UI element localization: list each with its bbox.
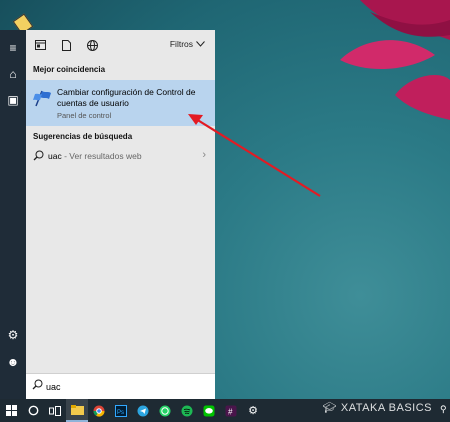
photoshop-icon[interactable]: Ps [110,399,132,422]
filters-label: Filtros [169,39,193,49]
settings-taskbar-icon[interactable]: ⚙ [242,399,264,422]
apps-filter-icon[interactable] [32,38,48,52]
chevron-right-icon[interactable]: › [202,149,206,161]
settings-icon[interactable]: ⚙ [0,323,26,347]
suggestion-hint: - Ver resultados web [61,151,142,161]
location-pin-icon: ⚲ [440,404,447,414]
telegram-icon[interactable] [132,399,154,422]
web-filter-icon[interactable] [84,38,100,52]
svg-text:Ps: Ps [117,410,124,416]
suggestion-text: uac - Ver resultados web [48,151,142,161]
task-view-icon[interactable] [44,399,66,422]
svg-text:#: # [228,407,233,416]
search-input[interactable] [46,380,196,394]
uac-flag-icon [33,90,51,107]
graduation-cap-icon: 🎓︎ [322,402,337,414]
chrome-icon[interactable] [88,399,110,422]
start-left-rail: ≡ ⌂ ▣ ⚙ ☻ [0,30,26,399]
search-icon [33,150,44,161]
slack-icon[interactable]: # [220,399,242,422]
search-box[interactable] [26,373,215,399]
best-match-subtitle: Panel de control [57,111,112,120]
suggestion-query: uac [48,151,62,161]
hamburger-menu-icon[interactable]: ≡ [0,36,26,60]
best-match-result[interactable]: Cambiar configuración de Control de cuen… [26,80,215,126]
spotify-icon[interactable] [176,399,198,422]
whatsapp-icon[interactable] [154,399,176,422]
documents-filter-icon[interactable] [58,38,74,52]
best-match-heading: Mejor coincidencia [33,65,106,74]
filter-toolbar: Filtros [26,30,215,60]
watermark: 🎓︎ XATAKA BASICS [322,401,432,415]
chevron-down-icon [196,41,205,47]
windows-start-icon[interactable] [0,399,22,422]
suggestions-heading: Sugerencias de búsqueda [33,132,133,141]
web-suggestion-item[interactable]: uac - Ver resultados web › [26,147,215,165]
feedback-icon[interactable]: ☻ [0,350,26,374]
line-icon[interactable] [198,399,220,422]
cortana-icon[interactable] [22,399,44,422]
filters-dropdown[interactable]: Filtros [170,39,205,49]
search-panel: Filtros Mejor coincidencia Cambiar confi… [26,30,215,399]
home-icon[interactable]: ⌂ [0,62,26,86]
search-icon [32,379,43,390]
file-explorer-icon[interactable] [66,399,88,422]
watermark-text: XATAKA BASICS [340,401,432,414]
best-match-title: Cambiar configuración de Control de cuen… [57,87,196,108]
notebook-icon[interactable]: ▣ [0,88,26,112]
